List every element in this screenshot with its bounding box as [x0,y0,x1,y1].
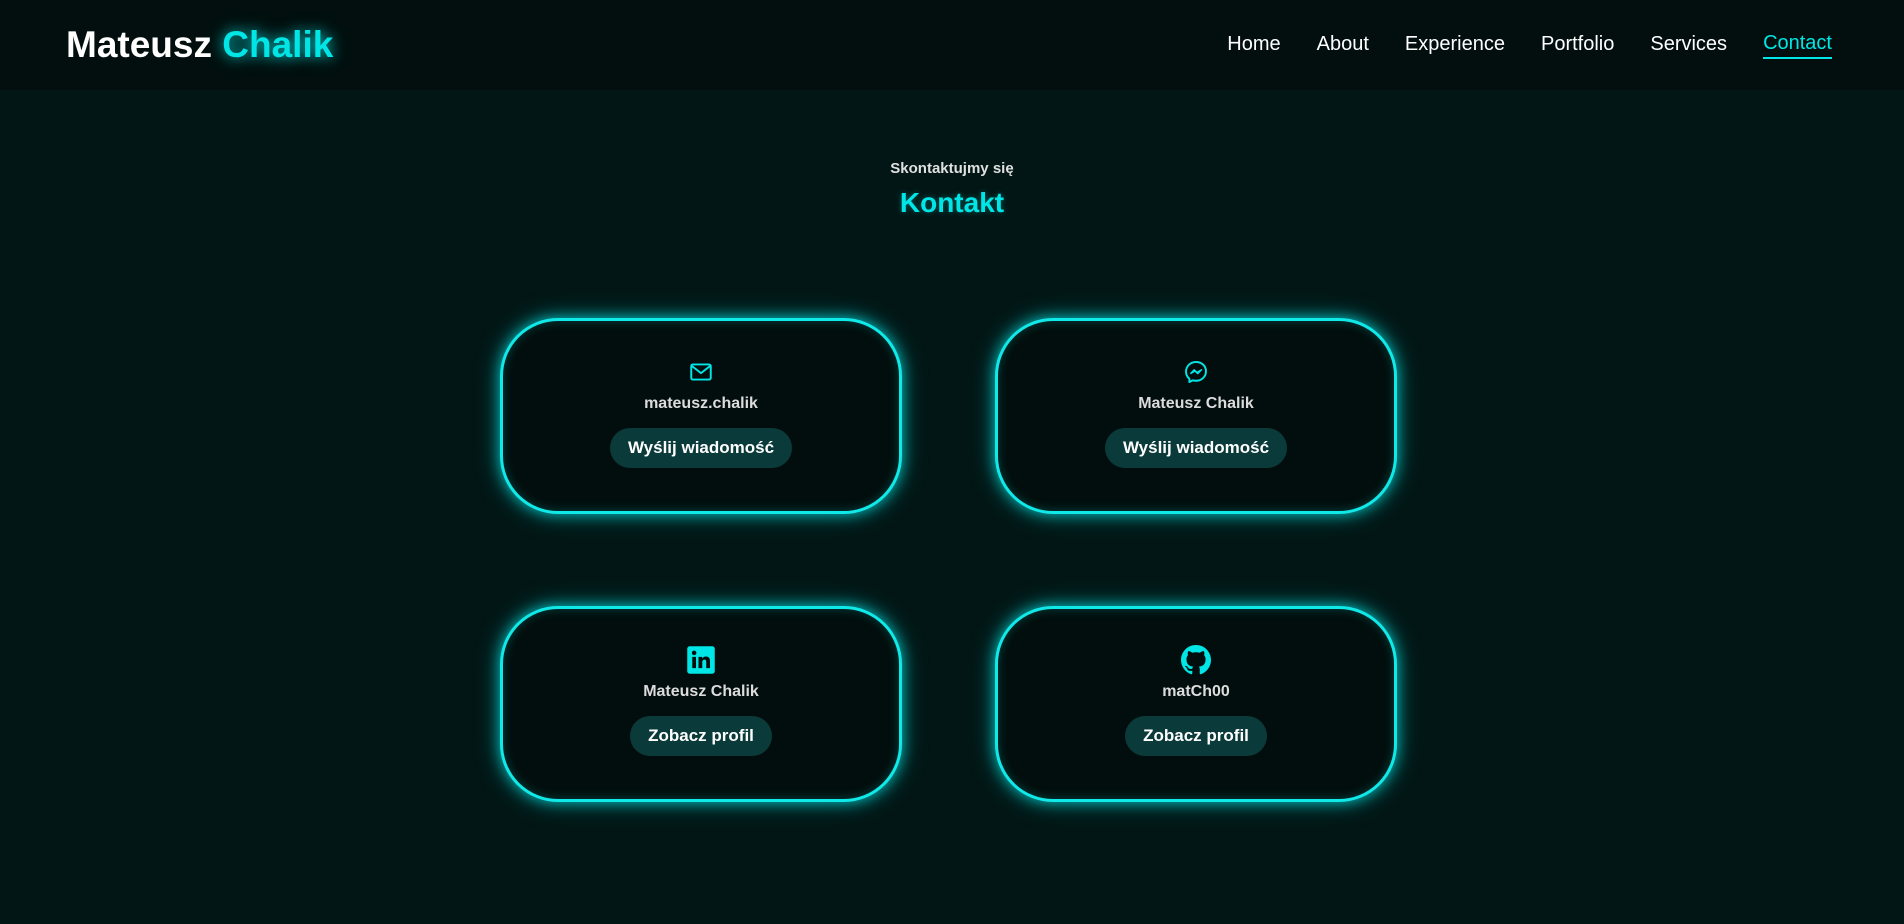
email-label: mateusz.chalik [644,395,758,412]
send-messenger-button[interactable]: Wyślij wiadomość [1104,428,1288,468]
nav-experience-link[interactable]: Experience [1405,33,1505,58]
messenger-icon [1181,357,1211,387]
view-github-profile-button[interactable]: Zobacz profil [1125,716,1267,756]
messenger-label: Mateusz Chalik [1138,395,1254,412]
main-nav: Home About Experience Portfolio Services… [1227,32,1832,59]
email-contact-card: mateusz.chalik Wyślij wiadomość [500,318,902,514]
github-icon [1181,645,1211,675]
nav-about-link[interactable]: About [1317,33,1369,58]
send-email-button[interactable]: Wyślij wiadomość [609,428,793,468]
linkedin-label: Mateusz Chalik [643,683,759,700]
messenger-contact-card: Mateusz Chalik Wyślij wiadomość [995,318,1397,514]
mail-icon [686,357,716,387]
section-title: Kontakt [899,187,1005,218]
top-navbar: Mateusz Chalik Home About Experience Por… [0,0,1904,90]
nav-services-link[interactable]: Services [1650,33,1727,58]
nav-home-link[interactable]: Home [1227,33,1280,58]
view-linkedin-profile-button[interactable]: Zobacz profil [630,716,772,756]
linkedin-icon [686,645,716,675]
logo-first-name: Mateusz [66,24,212,65]
contact-section-header: Skontaktujmy się Kontakt [0,160,1904,219]
nav-contact-link[interactable]: Contact [1763,32,1832,59]
github-contact-card: matCh00 Zobacz profil [995,606,1397,802]
logo-last-name: Chalik [222,24,334,65]
nav-portfolio-link[interactable]: Portfolio [1541,33,1614,58]
site-logo[interactable]: Mateusz Chalik [66,24,333,66]
github-label: matCh00 [1162,683,1230,700]
linkedin-contact-card: Mateusz Chalik Zobacz profil [500,606,902,802]
section-subtitle: Skontaktujmy się [890,160,1014,177]
